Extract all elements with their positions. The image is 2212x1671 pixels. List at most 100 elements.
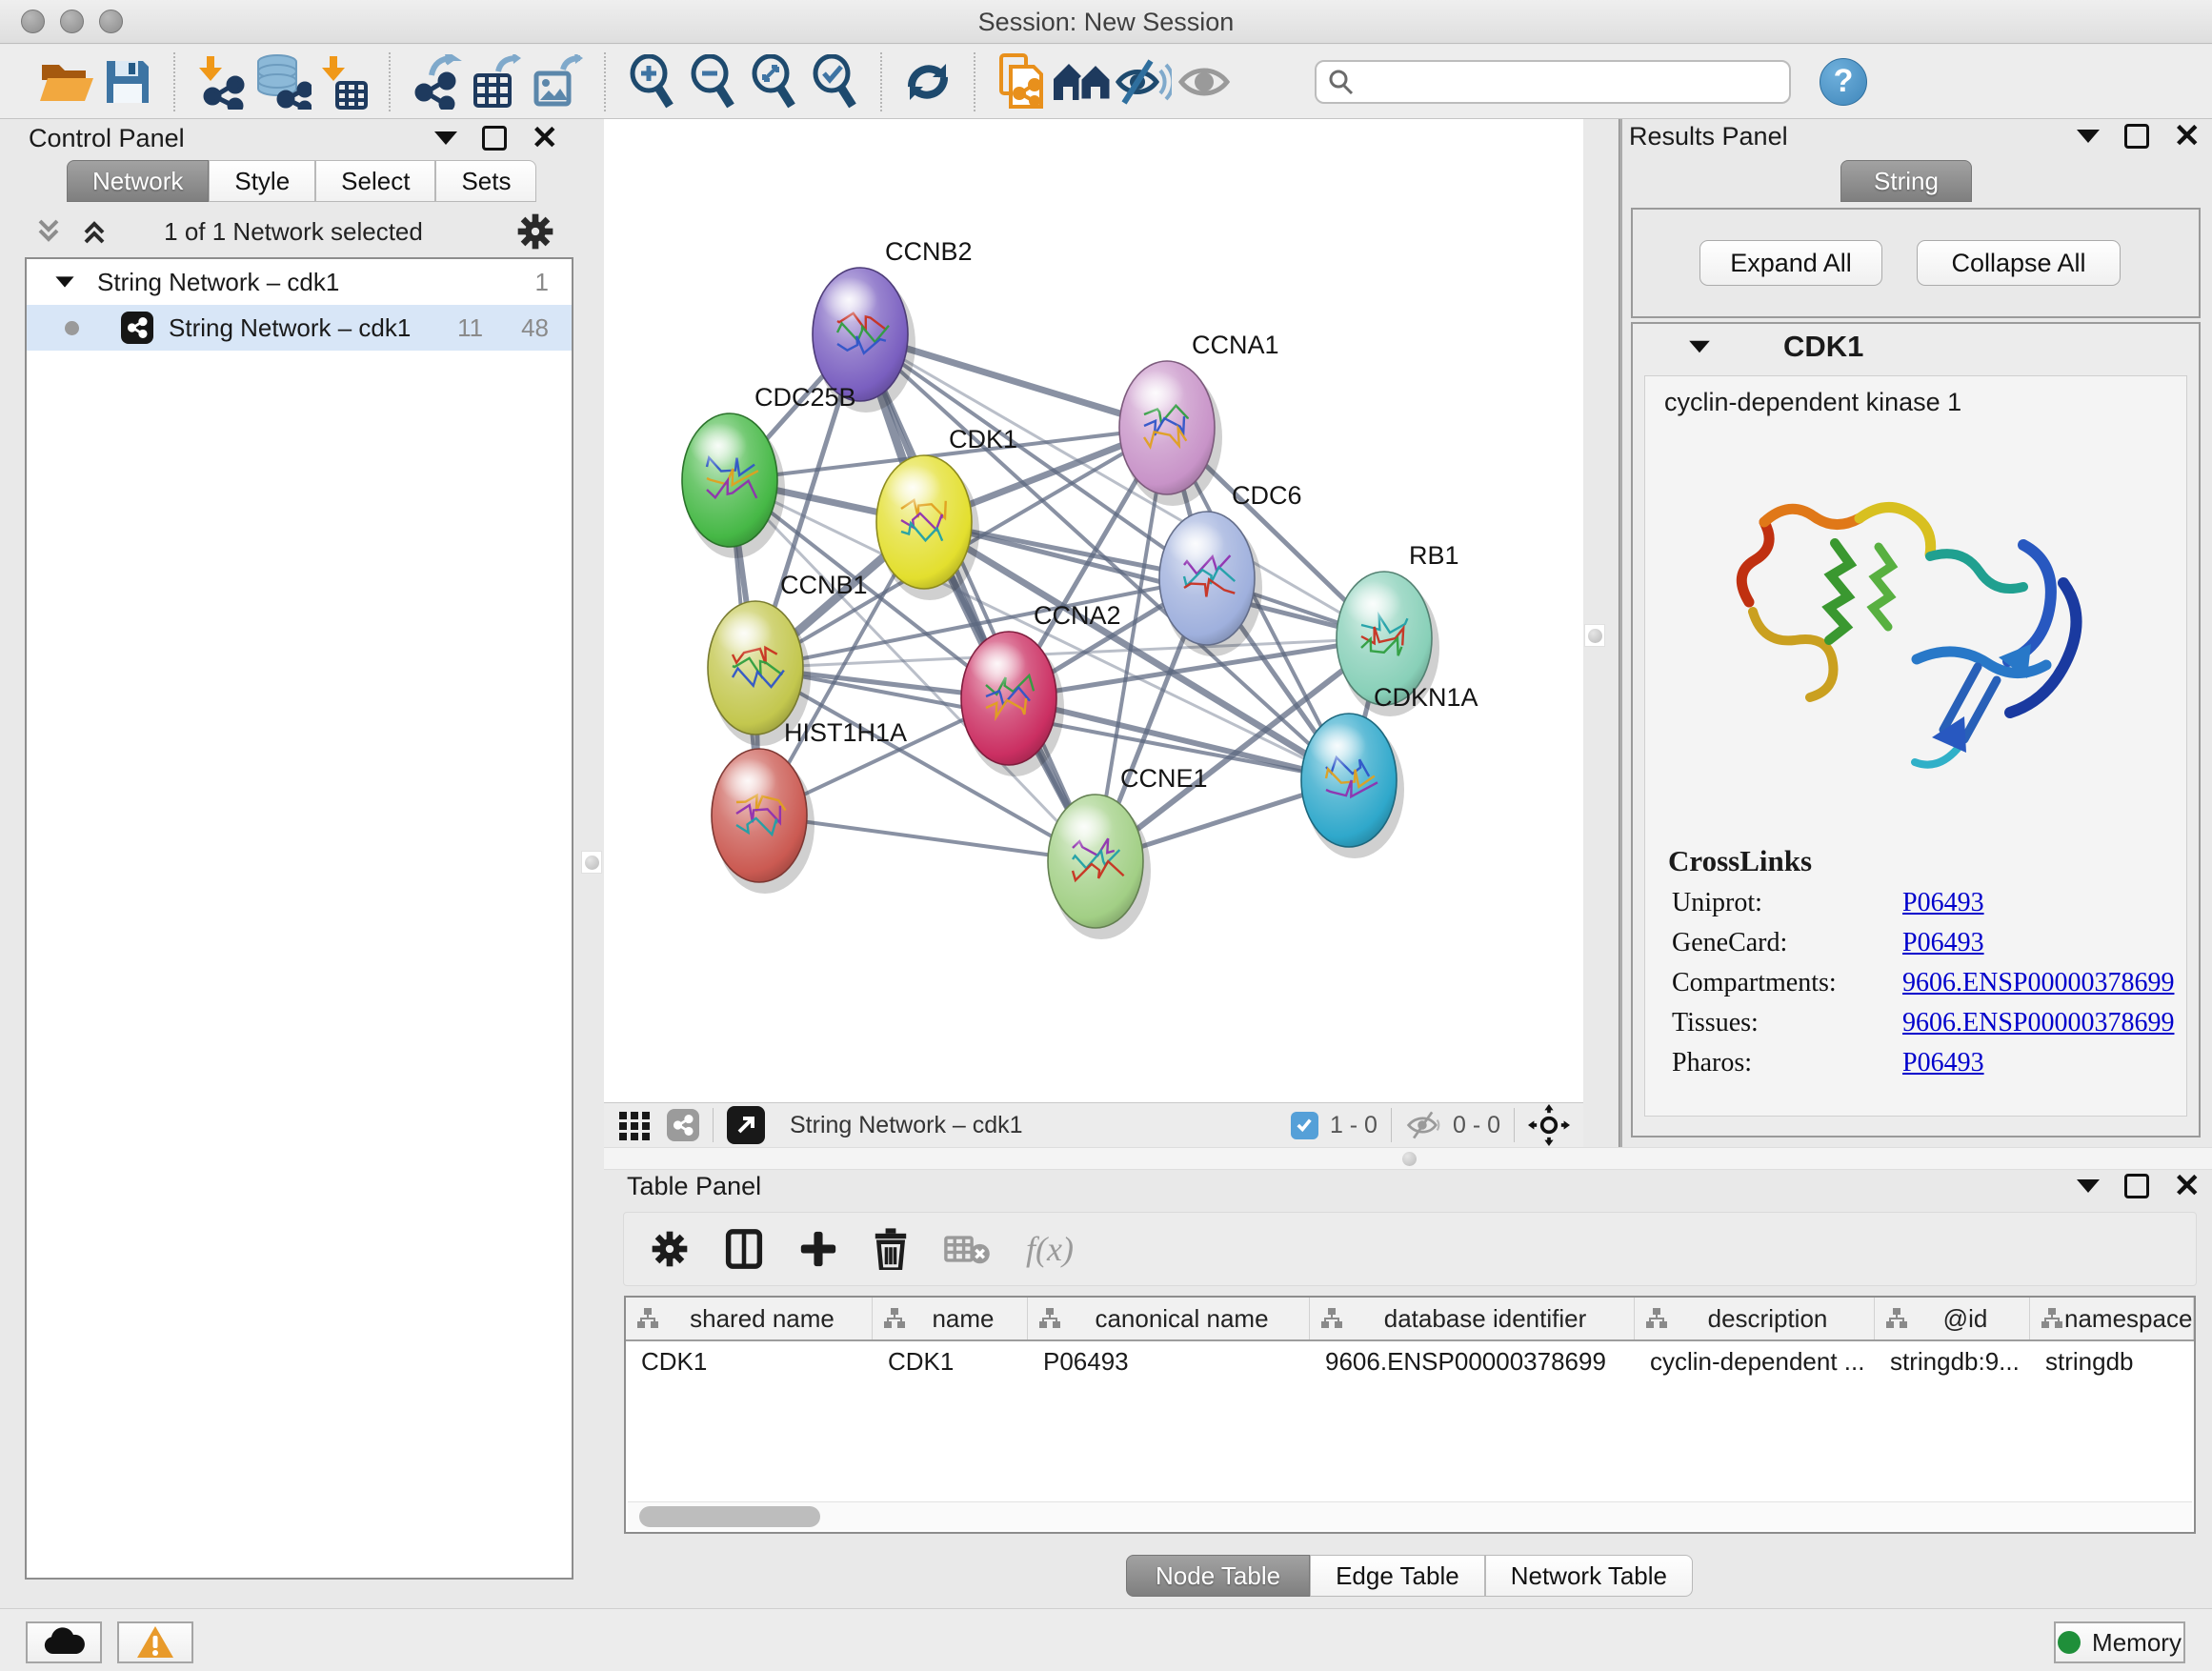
import-table-file-button[interactable] [312,51,373,112]
tab-network-table[interactable]: Network Table [1485,1555,1693,1597]
node-CDC6[interactable] [1159,512,1262,656]
import-network-file-button[interactable] [191,51,251,112]
table-cell[interactable]: CDK1 [873,1341,1028,1383]
float-panel-icon[interactable] [2124,1174,2149,1198]
warning-status-button[interactable] [117,1621,193,1663]
float-panel-icon[interactable] [2124,124,2149,149]
hidden-eye-slash-icon[interactable] [1405,1111,1443,1139]
collapse-all-button[interactable]: Collapse All [1917,240,2121,286]
node-HIST1H1A[interactable] [712,749,814,894]
tab-select[interactable]: Select [315,160,435,202]
delete-column-trash-icon[interactable] [874,1228,908,1270]
network-view-type-icon[interactable] [667,1109,699,1141]
tab-network[interactable]: Network [67,160,209,202]
column-header-namespace[interactable]: namespace [2030,1298,2194,1339]
expand-all-button[interactable]: Expand All [1699,240,1882,286]
import-network-database-button[interactable] [251,51,312,112]
network-collection-row[interactable]: String Network – cdk1 1 [27,259,572,305]
tab-style[interactable]: Style [209,160,315,202]
show-columns-icon[interactable] [725,1228,763,1270]
splitter-dot [1588,629,1602,643]
export-table-button[interactable] [467,51,528,112]
table-cell[interactable]: CDK1 [626,1341,873,1383]
tab-edge-table[interactable]: Edge Table [1310,1555,1485,1597]
table-horizontal-scrollbar[interactable] [628,1501,2192,1530]
table-cell[interactable]: stringdb:9... [1875,1341,2030,1383]
tab-node-table[interactable]: Node Table [1126,1555,1310,1597]
network-options-gear-icon[interactable] [516,212,554,251]
gene-content: cyclin-dependent kinase 1 [1644,375,2187,1117]
save-session-button[interactable] [97,51,158,112]
memory-button[interactable]: Memory [2054,1621,2185,1663]
column-type-sitemap-icon [1644,1306,1669,1331]
grid-view-icon[interactable] [617,1108,652,1142]
column-header-canonical-name[interactable]: canonical name [1028,1298,1310,1339]
apply-layout-button[interactable] [897,51,958,112]
table-cell[interactable]: 9606.ENSP00000378699 [1310,1341,1635,1383]
zoom-in-button[interactable] [621,51,682,112]
zoom-out-button[interactable] [682,51,743,112]
zoom-selected-button[interactable] [804,51,865,112]
collapse-panel-icon[interactable] [2077,130,2100,143]
horizontal-splitter[interactable] [604,1147,2212,1170]
first-neighbors-button[interactable] [1052,51,1113,112]
network-graph[interactable]: CCNB2CCNA1CDC25BCDK1CDC6RB1CCNB1CCNA2CDK… [604,119,1583,1102]
tab-sets[interactable]: Sets [435,160,536,202]
column-header-database-identifier[interactable]: database identifier [1310,1298,1635,1339]
export-network-button[interactable] [406,51,467,112]
open-session-button[interactable] [36,51,97,112]
crosslink-value-link[interactable]: P06493 [1902,928,1984,958]
crosslink-value-link[interactable]: 9606.ENSP00000378699 [1902,1008,2174,1038]
crosslink-value-link[interactable]: P06493 [1902,1048,1984,1078]
collapse-panel-icon[interactable] [434,131,457,145]
crosslink-value-link[interactable]: 9606.ENSP00000378699 [1902,968,2174,998]
help-button[interactable]: ? [1820,58,1867,106]
toolbar-separator [389,52,391,111]
table-cell[interactable]: P06493 [1028,1341,1310,1383]
close-panel-icon[interactable]: ✕ [2174,124,2202,149]
export-table-icon [470,54,525,110]
close-panel-icon[interactable]: ✕ [2174,1174,2202,1198]
detach-view-button[interactable] [727,1106,765,1144]
scrollbar-thumb[interactable] [639,1506,820,1527]
edge-CCNB2-CCNE1[interactable] [860,334,1096,861]
node-CCNE1[interactable] [1048,795,1151,939]
delete-table-icon[interactable] [944,1233,990,1265]
table-row[interactable]: CDK1CDK1P064939606.ENSP00000378699cyclin… [626,1341,2194,1383]
tab-string[interactable]: String [1840,160,1972,202]
node-label-CCNA1: CCNA1 [1192,331,1279,359]
open-folder-icon [38,57,95,107]
add-column-plus-icon[interactable] [799,1230,837,1268]
collapse-gene-icon[interactable] [1689,341,1710,353]
crosslink-value-link[interactable]: P06493 [1902,888,1984,918]
clone-network-button[interactable] [991,51,1052,112]
table-cell[interactable]: cyclin-dependent ... [1635,1341,1875,1383]
gene-header-row[interactable]: CDK1 [1633,324,2199,370]
column-header-name[interactable]: name [873,1298,1028,1339]
title-bar: Session: New Session [0,0,2212,44]
pan-crosshair-icon[interactable] [1528,1104,1570,1146]
column-header--id[interactable]: @id [1875,1298,2030,1339]
function-builder-fx-icon[interactable]: f(x) [1026,1229,1074,1269]
table-cell[interactable]: stringdb [2030,1341,2194,1383]
column-header-shared-name[interactable]: shared name [626,1298,873,1339]
tree-expand-icon[interactable] [55,276,73,287]
left-splitter-handle[interactable] [581,851,602,874]
node-CDKN1A[interactable] [1301,714,1404,858]
zoom-fit-button[interactable] [743,51,804,112]
control-panel-title: Control Panel [29,124,185,153]
cloud-status-button[interactable] [26,1621,102,1663]
table-options-gear-icon[interactable] [651,1230,689,1268]
hide-selected-button[interactable] [1113,51,1174,112]
float-panel-icon[interactable] [482,126,507,151]
network-row[interactable]: String Network – cdk1 11 48 [27,305,572,351]
column-header-description[interactable]: description [1635,1298,1875,1339]
search-input[interactable] [1364,68,1774,95]
show-all-button[interactable] [1174,51,1235,112]
export-image-button[interactable] [528,51,589,112]
right-splitter-handle[interactable] [1584,624,1605,647]
network-canvas[interactable]: CCNB2CCNA1CDC25BCDK1CDC6RB1CCNB1CCNA2CDK… [604,119,1583,1102]
close-panel-icon[interactable]: ✕ [532,126,559,151]
selected-count-checkbox[interactable] [1291,1112,1318,1139]
collapse-panel-icon[interactable] [2077,1179,2100,1193]
